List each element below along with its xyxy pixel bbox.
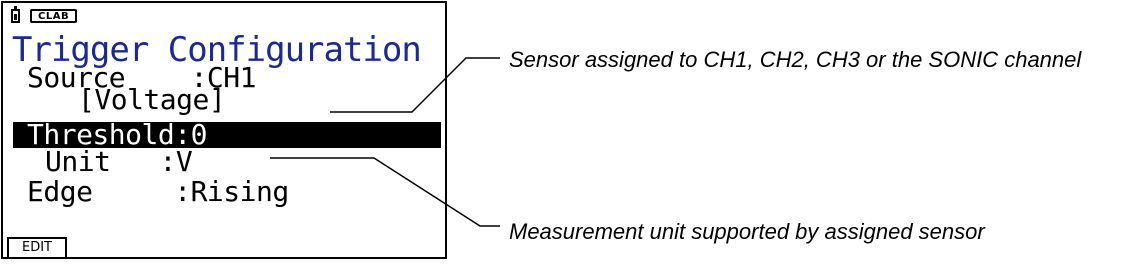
unit-annotation: Measurement unit supported by assigned s… [509, 219, 985, 244]
unit-callout-line [270, 157, 500, 227]
sensor-callout-line [330, 57, 500, 113]
sensor-annotation: Sensor assigned to CH1, CH2, CH3 or the … [509, 47, 1082, 72]
